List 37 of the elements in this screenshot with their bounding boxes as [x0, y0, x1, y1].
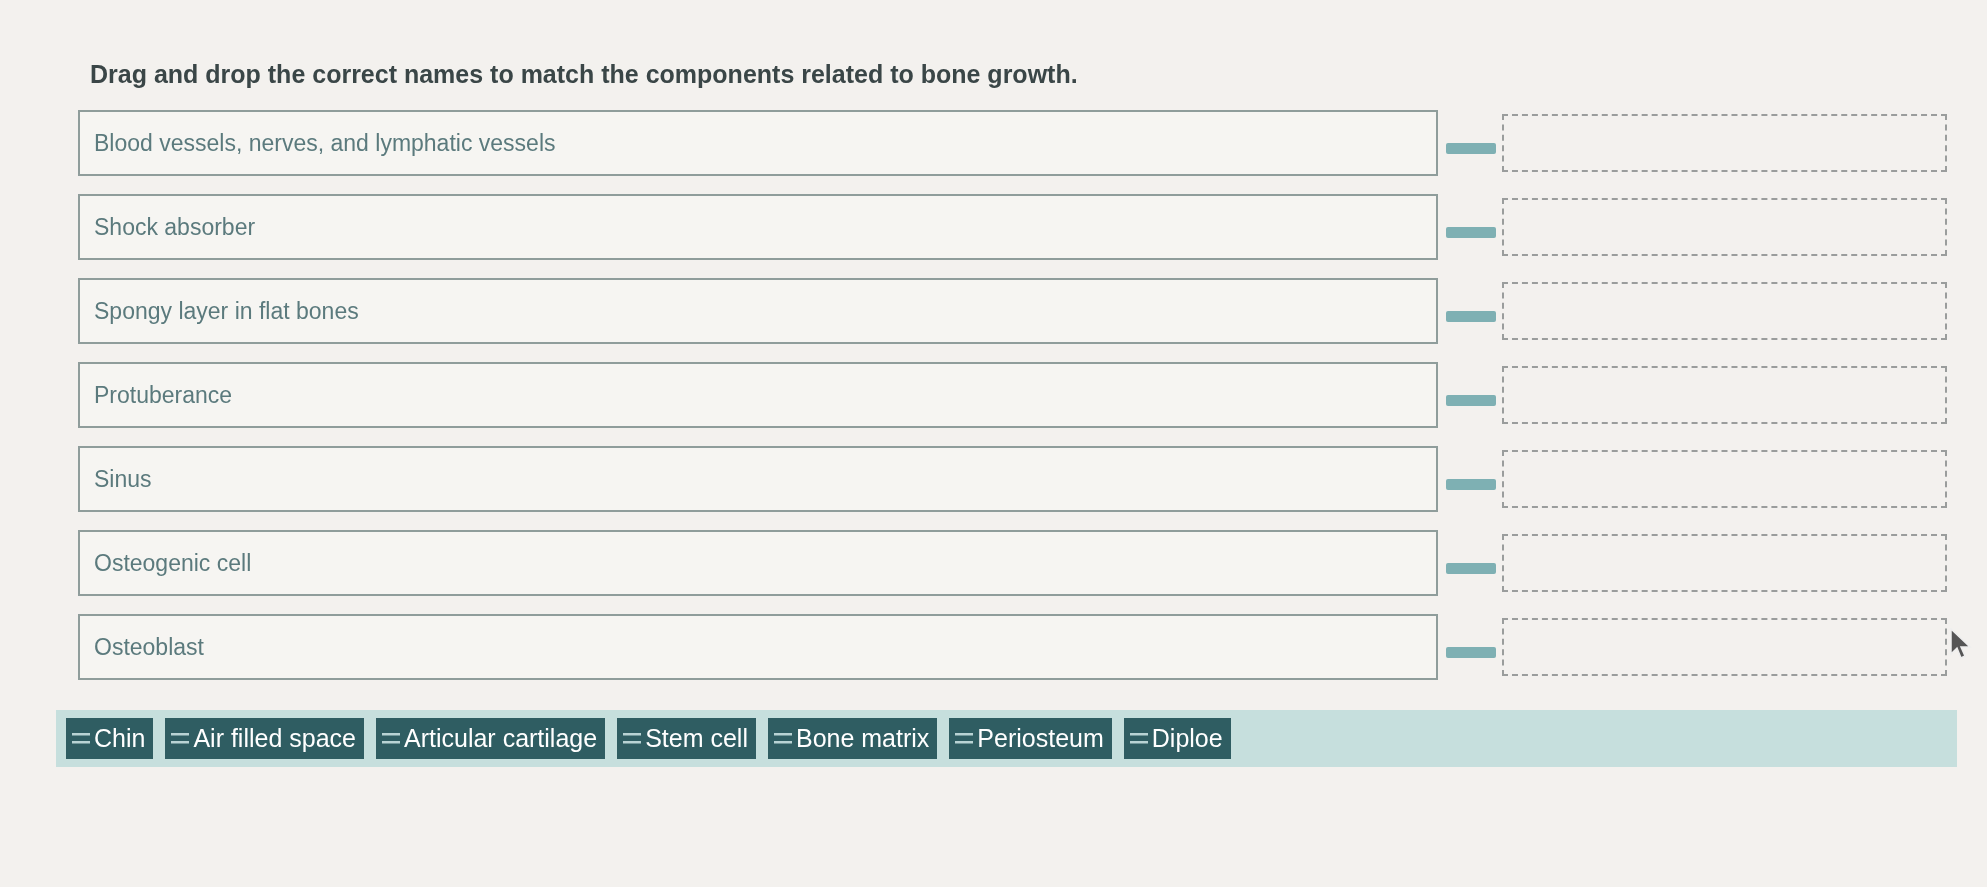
drop-target-field[interactable]: [1502, 365, 1947, 424]
term-box: Blood vessels, nerves, and lymphatic vessels: [78, 109, 1438, 176]
connector-bar: [1446, 394, 1496, 406]
drop-target-field[interactable]: [1502, 281, 1947, 340]
draggable-answer-chip[interactable]: Diploe: [1123, 717, 1231, 759]
grip-lines-icon: [72, 731, 90, 745]
grip-lines-icon: [171, 731, 190, 745]
drop-target-field[interactable]: [1502, 617, 1947, 676]
draggable-answer-chip[interactable]: Air filled space: [165, 717, 364, 759]
drop-target-field[interactable]: [1502, 533, 1947, 592]
draggable-answer-chip[interactable]: Articular cartilage: [376, 717, 606, 759]
term-box: Osteoblast: [78, 613, 1438, 680]
connector-bar: [1446, 478, 1496, 490]
draggable-answer-chip[interactable]: Stem cell: [617, 717, 756, 759]
term-box: Spongy layer in flat bones: [78, 277, 1438, 344]
term-box: Osteogenic cell: [78, 529, 1438, 596]
drop-target-field[interactable]: [1502, 113, 1947, 172]
grip-lines-icon: [382, 731, 400, 745]
connector-bar: [1446, 142, 1496, 154]
mouse-cursor-icon: [1950, 628, 1972, 660]
grip-lines-icon: [1129, 731, 1148, 745]
grip-lines-icon: [955, 731, 974, 745]
grip-lines-icon: [623, 731, 642, 745]
draggable-answer-chip[interactable]: Periosteum: [949, 717, 1112, 759]
connector-bar: [1446, 226, 1496, 238]
drop-target-field[interactable]: [1502, 449, 1947, 508]
term-box: Protuberance: [78, 361, 1438, 428]
term-box: Shock absorber: [78, 193, 1438, 260]
instruction-text: Drag and drop the correct names to match the components related to bone growth.: [90, 59, 1079, 90]
grip-lines-icon: [773, 731, 792, 745]
connector-bar: [1446, 646, 1496, 658]
draggable-answer-chip[interactable]: Bone matrix: [767, 717, 938, 759]
connector-bar: [1446, 310, 1496, 322]
draggable-answer-chip[interactable]: Chin: [66, 717, 154, 759]
term-box: Sinus: [78, 445, 1438, 512]
connector-bar: [1446, 562, 1496, 574]
drop-target-field[interactable]: [1502, 197, 1947, 256]
